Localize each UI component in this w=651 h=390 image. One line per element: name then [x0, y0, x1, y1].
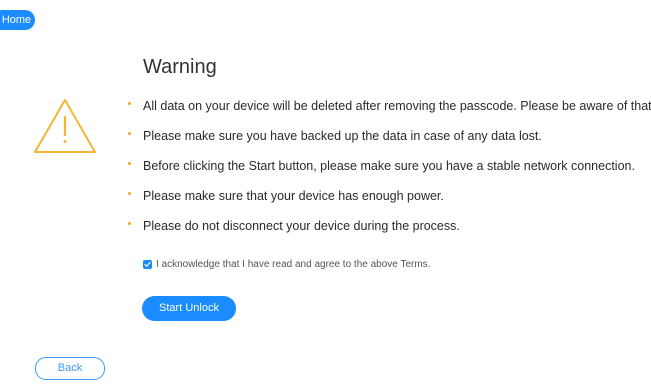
home-button[interactable]: Home: [0, 10, 35, 30]
warning-item-text: Before clicking the Start button, please…: [143, 159, 635, 173]
checkmark-icon: [144, 261, 151, 267]
warning-triangle-icon: [34, 99, 96, 153]
bullet-icon: [128, 192, 131, 195]
bullet-icon: [128, 222, 131, 225]
warning-item-text: Please do not disconnect your device dur…: [143, 219, 460, 233]
terms-checkbox[interactable]: [143, 260, 152, 269]
terms-label: I acknowledge that I have read and agree…: [156, 259, 431, 270]
bullet-icon: [128, 132, 131, 135]
bullet-icon: [128, 102, 131, 105]
start-unlock-button[interactable]: Start Unlock: [142, 296, 236, 321]
warning-item-text: Please make sure that your device has en…: [143, 189, 444, 203]
terms-agreement: I acknowledge that I have read and agree…: [143, 259, 430, 270]
unlock-warning-page: Home Warning All data on your device wil…: [0, 0, 651, 390]
warning-title: Warning: [143, 56, 217, 78]
warning-item-text: All data on your device will be deleted …: [143, 99, 651, 113]
warning-item-text: Please make sure you have backed up the …: [143, 129, 542, 143]
bullet-icon: [128, 162, 131, 165]
back-button[interactable]: Back: [35, 357, 105, 380]
